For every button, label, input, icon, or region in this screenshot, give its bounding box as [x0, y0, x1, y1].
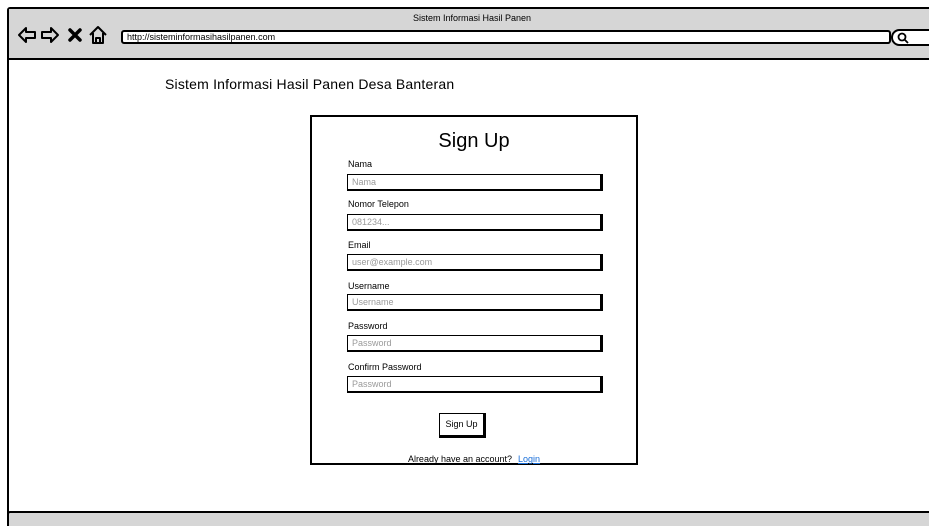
confirm-password-label: Confirm Password: [348, 362, 422, 372]
email-label: Email: [348, 240, 371, 250]
forward-arrow-icon[interactable]: [40, 25, 60, 45]
login-link[interactable]: Login: [518, 454, 540, 464]
username-input[interactable]: [347, 294, 603, 311]
confirm-password-input[interactable]: [347, 376, 603, 393]
address-bar[interactable]: http://sisteminformasihasilpanen.com: [121, 30, 891, 44]
email-input[interactable]: [347, 254, 603, 271]
status-bar: [7, 511, 929, 526]
phone-input[interactable]: [347, 214, 603, 231]
close-x-icon[interactable]: [65, 25, 85, 45]
phone-label: Nomor Telepon: [348, 199, 409, 209]
home-icon[interactable]: [88, 25, 108, 45]
window-title: Sistem Informasi Hasil Panen: [412, 13, 532, 23]
search-icon: [897, 32, 909, 44]
form-heading: Sign Up: [438, 130, 510, 152]
back-arrow-icon[interactable]: [17, 25, 37, 45]
page-title: Sistem Informasi Hasil Panen Desa Banter…: [165, 76, 455, 92]
browser-chrome: Sistem Informasi Hasil Panen http://sist…: [9, 9, 929, 60]
password-input[interactable]: [347, 335, 603, 352]
browser-search-box[interactable]: [891, 29, 929, 46]
login-prompt: Already have an account? Login: [312, 454, 636, 464]
nama-label: Nama: [348, 159, 373, 169]
nama-input[interactable]: [347, 174, 603, 191]
username-label: Username: [348, 281, 390, 291]
login-prompt-text: Already have an account?: [407, 454, 513, 464]
signup-button[interactable]: Sign Up: [439, 413, 486, 438]
password-label: Password: [348, 321, 388, 331]
signup-form: Sign Up Nama Nomor Telepon Email Usernam…: [310, 115, 638, 465]
